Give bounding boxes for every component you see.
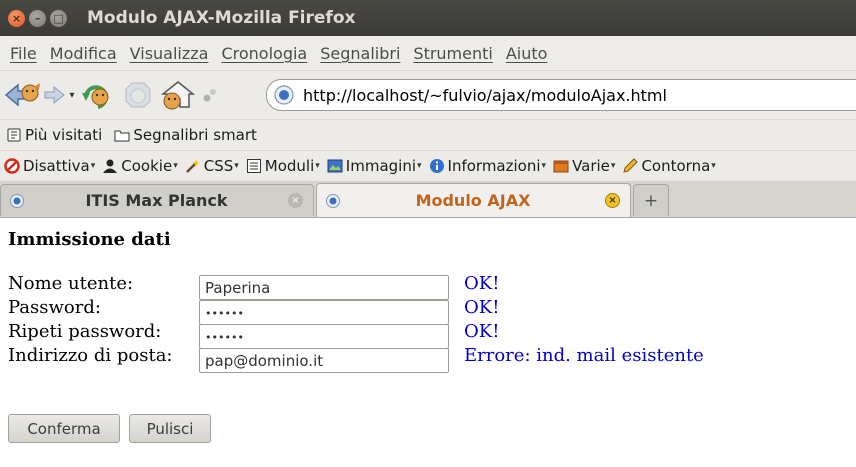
- back-button[interactable]: [4, 79, 44, 111]
- bookmark-folder-icon: [6, 127, 22, 143]
- stop-button[interactable]: [118, 79, 158, 111]
- page-content: Immissione dati Nome utente: Paperina OK…: [0, 218, 856, 467]
- menu-bar: File Modifica Visualizza Cronologia Segn…: [0, 36, 856, 71]
- bookmark-smart-label: Segnalibri smart: [133, 126, 257, 144]
- bookmark-most-visited-label: Più visitati: [25, 126, 103, 144]
- home-icon: [160, 81, 196, 110]
- email-input[interactable]: pap@dominio.it: [199, 348, 449, 373]
- repeat-password-status: OK!: [464, 321, 500, 342]
- tab-label: Modulo AJAX: [415, 191, 531, 210]
- dev-disable-menu[interactable]: Disattiva ▾: [4, 157, 95, 175]
- dev-misc-menu[interactable]: Varie ▾: [553, 157, 615, 175]
- dev-information-label: Informazioni: [447, 157, 541, 175]
- window-titlebar: × – □ Modulo AJAX-Mozilla Firefox: [0, 0, 856, 36]
- page-title: Immissione dati: [8, 229, 171, 250]
- username-status: OK!: [464, 273, 500, 294]
- username-label: Nome utente:: [8, 273, 134, 294]
- email-label: Indirizzo di posta:: [8, 345, 173, 366]
- menu-strumenti[interactable]: Strumenti: [413, 44, 492, 63]
- dev-images-menu[interactable]: Immagini ▾: [327, 157, 422, 175]
- reload-button[interactable]: [78, 79, 118, 111]
- repeat-password-label: Ripeti password:: [8, 321, 162, 342]
- window-minimize-button[interactable]: –: [29, 9, 46, 27]
- dev-outline-label: Contorna: [641, 157, 711, 175]
- url-bar[interactable]: http://localhost/~fulvio/ajax/moduloAjax…: [266, 79, 856, 111]
- history-dropdown-button[interactable]: ▾: [66, 79, 78, 111]
- menu-segnalibri[interactable]: Segnalibri: [320, 44, 400, 63]
- chevron-down-icon: ▾: [541, 161, 547, 171]
- dev-disable-label: Disattiva: [23, 157, 90, 175]
- close-icon[interactable]: ×: [605, 193, 620, 208]
- chevron-down-icon: ▾: [234, 161, 239, 171]
- dev-css-menu[interactable]: CSS ▾: [185, 157, 239, 175]
- network-status-button[interactable]: [198, 79, 222, 111]
- username-input[interactable]: Paperina: [199, 275, 449, 300]
- site-globe-icon: [274, 85, 294, 105]
- menu-modifica[interactable]: Modifica: [50, 44, 117, 63]
- window-close-button[interactable]: ×: [8, 9, 25, 27]
- stop-icon: [125, 82, 151, 108]
- chevron-down-icon: ▾: [90, 161, 96, 171]
- form-icon: [246, 158, 262, 174]
- info-icon: [429, 158, 445, 174]
- url-text[interactable]: http://localhost/~fulvio/ajax/moduloAjax…: [303, 86, 667, 105]
- window-maximize-button[interactable]: □: [50, 9, 67, 27]
- outline-pencil-icon: [622, 158, 639, 174]
- bookmark-smart[interactable]: Segnalibri smart: [114, 126, 257, 144]
- dev-images-label: Immagini: [345, 157, 416, 175]
- chevron-down-icon: ▾: [711, 161, 716, 171]
- repeat-password-input[interactable]: ••••••: [199, 324, 449, 349]
- tab-modulo-ajax[interactable]: Modulo AJAX ×: [316, 183, 631, 217]
- tab-globe-icon: [10, 193, 24, 208]
- disable-icon: [4, 158, 20, 174]
- dev-cookie-menu[interactable]: Cookie ▾: [102, 157, 178, 175]
- password-status: OK!: [464, 297, 500, 318]
- forward-button[interactable]: [44, 79, 66, 111]
- menu-visualizza[interactable]: Visualizza: [130, 44, 209, 63]
- chevron-down-icon: ▾: [417, 161, 422, 171]
- back-arrow-icon: [4, 83, 40, 107]
- cookie-user-icon: [102, 158, 118, 174]
- dev-cookie-label: Cookie: [121, 157, 173, 175]
- chevron-down-icon: ▾: [315, 161, 320, 171]
- bookmark-most-visited[interactable]: Più visitati: [6, 126, 102, 144]
- tab-label: ITIS Max Planck: [85, 191, 228, 210]
- close-icon[interactable]: ×: [288, 193, 303, 208]
- reload-icon: [82, 85, 109, 109]
- tab-itis-max-planck[interactable]: ITIS Max Planck ×: [0, 184, 314, 216]
- dev-misc-label: Varie: [572, 157, 610, 175]
- home-button[interactable]: [158, 79, 198, 111]
- chevron-down-icon: ▾: [173, 161, 178, 171]
- bookmarks-toolbar: Più visitati Segnalibri smart: [0, 119, 856, 150]
- forward-arrow-icon: [44, 85, 65, 105]
- navigation-toolbar: ▾ http://localhost/~fulvio/ajax/moduloAj…: [0, 71, 856, 119]
- menu-file[interactable]: File: [10, 44, 37, 63]
- new-tab-button[interactable]: +: [633, 184, 669, 216]
- email-status: Errore: ind. mail esistente: [464, 345, 704, 366]
- dev-outline-menu[interactable]: Contorna ▾: [622, 157, 716, 175]
- smart-folder-icon: [114, 127, 130, 143]
- window-title: Modulo AJAX-Mozilla Firefox: [87, 8, 356, 28]
- dev-css-label: CSS: [203, 157, 234, 175]
- clear-button[interactable]: Pulisci: [129, 414, 211, 443]
- image-icon: [327, 158, 343, 174]
- password-input[interactable]: ••••••: [199, 300, 449, 325]
- web-developer-toolbar: Disattiva ▾ Cookie ▾ CSS ▾ Moduli ▾ Immagini…: [0, 150, 856, 181]
- misc-box-icon: [553, 158, 569, 174]
- dev-information-menu[interactable]: Informazioni ▾: [429, 157, 547, 175]
- menu-cronologia[interactable]: Cronologia: [221, 44, 307, 63]
- css-wand-icon: [185, 158, 201, 174]
- dev-forms-label: Moduli: [264, 157, 315, 175]
- password-label: Password:: [8, 297, 101, 318]
- tab-globe-icon: [326, 193, 340, 208]
- network-icon: [203, 89, 216, 102]
- confirm-button[interactable]: Conferma: [8, 414, 120, 443]
- tab-bar: ITIS Max Planck × Modulo AJAX × +: [0, 181, 856, 218]
- dev-forms-menu[interactable]: Moduli ▾: [246, 157, 320, 175]
- chevron-down-icon: ▾: [610, 161, 616, 171]
- menu-aiuto[interactable]: Aiuto: [506, 44, 548, 63]
